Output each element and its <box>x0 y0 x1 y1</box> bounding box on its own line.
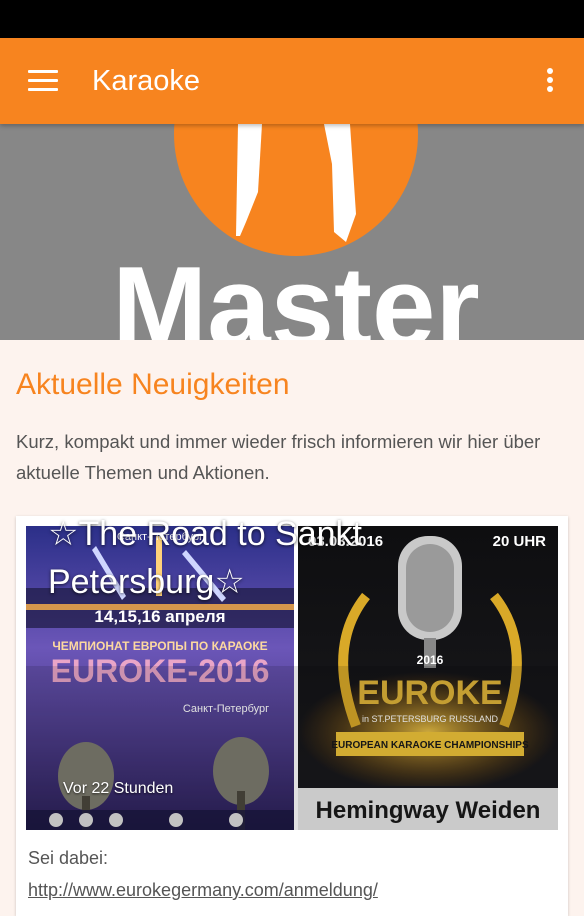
news-card-body: Sei dabei: <box>28 848 109 868</box>
section-heading: Aktuelle Neuigkeiten <box>16 368 290 401</box>
news-card-title[interactable]: ☆The Road to Sankt Petersburg☆ <box>48 510 418 606</box>
poster-left-championship: ЧЕМПИОНАТ ЕВРОПЫ ПО КАРАОКЕ <box>52 639 267 653</box>
more-vert-icon[interactable] <box>542 68 558 96</box>
section-intro: Kurz, kompakt und immer wieder frisch in… <box>16 431 541 483</box>
hamburger-menu-icon[interactable] <box>28 70 58 92</box>
status-bar <box>0 0 584 38</box>
poster-left-dates: 14,15,16 апреля <box>94 607 225 626</box>
news-section: Aktuelle Neuigkeiten Kurz, kompakt und i… <box>0 340 584 916</box>
logo-text: Master <box>112 244 480 340</box>
app-bar: Karaoke <box>0 38 584 124</box>
poster-right-year: 2016 <box>417 653 444 667</box>
news-card-timestamp: Vor 22 Stunden <box>63 780 174 797</box>
news-card-link[interactable]: http://www.eurokegermany.com/anmeldung/ <box>28 880 378 901</box>
app-title: Karaoke <box>92 65 201 97</box>
hero-banner: Master <box>0 124 584 340</box>
master-logo: Master <box>0 124 584 340</box>
poster-right-time: 20 UHR <box>493 533 547 550</box>
